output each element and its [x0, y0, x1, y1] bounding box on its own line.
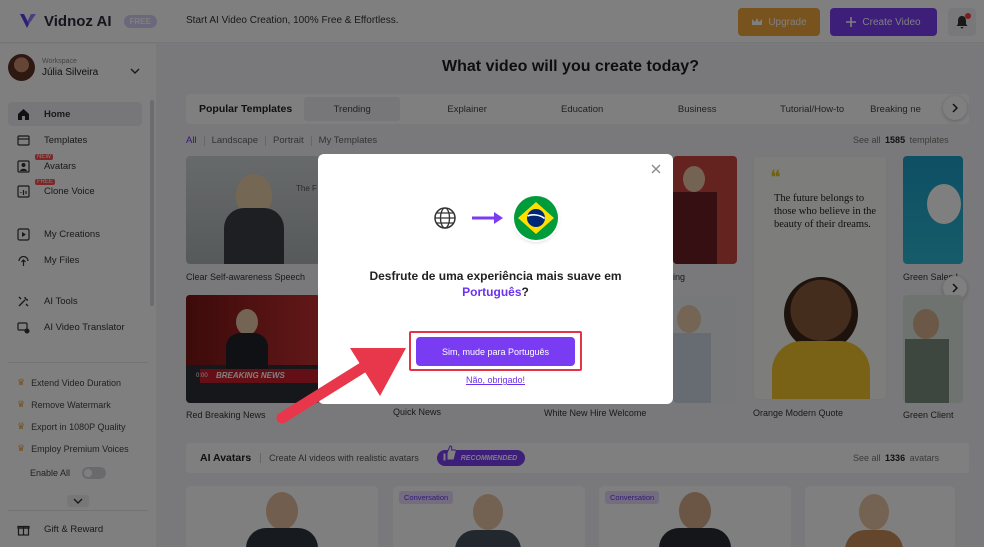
message-line: Desfrute de uma experiência mais suave e…	[369, 269, 622, 283]
language-name: Português	[462, 285, 522, 299]
switch-language-button[interactable]: Sim, mude para Português	[416, 337, 575, 366]
close-icon[interactable]	[649, 162, 663, 176]
dialog-message: Desfrute de uma experiência mais suave e…	[318, 268, 673, 300]
pointer-arrow-icon	[276, 348, 406, 424]
brazil-flag-icon	[514, 196, 558, 240]
arrow-right-icon	[472, 212, 503, 224]
globe-icon	[434, 207, 456, 229]
question-mark: ?	[521, 285, 529, 299]
